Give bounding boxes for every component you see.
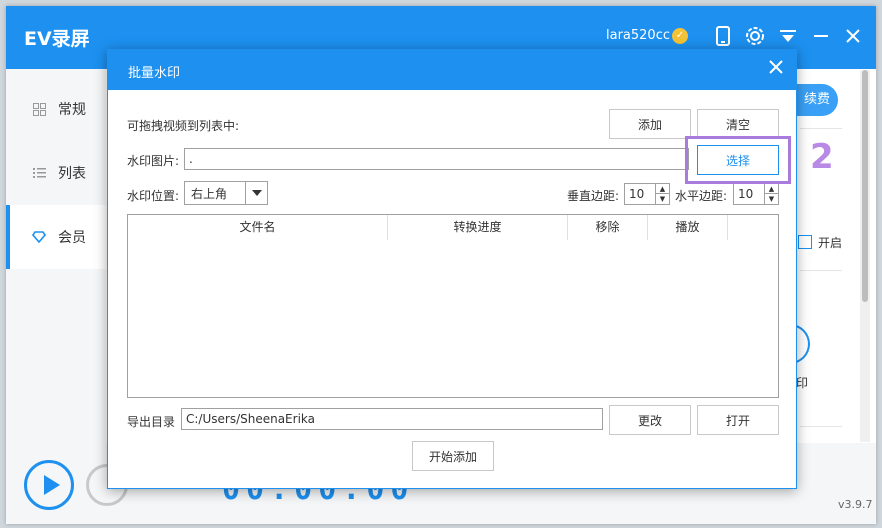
play-icon <box>43 475 60 495</box>
sidebar-item-member[interactable]: 会员 <box>6 205 106 269</box>
output-dir-input[interactable]: C:/Users/SheenaErika <box>181 408 603 430</box>
column-progress[interactable]: 转换进度 <box>388 215 568 240</box>
sidebar-item-label: 列表 <box>58 166 86 182</box>
stepper-down-icon[interactable]: ▼ <box>655 194 669 204</box>
app-title: EV录屏 <box>24 28 90 50</box>
dialog-close-icon[interactable] <box>764 58 788 82</box>
watermark-image-label: 水印图片: <box>127 154 180 168</box>
vertical-margin-label: 垂直边距: <box>567 189 620 203</box>
open-button[interactable]: 打开 <box>697 405 779 435</box>
annotation-highlight-box <box>685 136 791 184</box>
grid-icon <box>32 102 46 116</box>
chevron-down-icon[interactable] <box>245 182 267 204</box>
start-add-button[interactable]: 开始添加 <box>412 441 494 471</box>
table-header: 文件名 转换进度 移除 播放 <box>128 215 778 240</box>
add-button[interactable]: 添加 <box>609 109 691 139</box>
horizontal-margin-label: 水平边距: <box>675 189 728 203</box>
divider <box>800 270 842 271</box>
dialog-header: 批量水印 <box>108 50 796 90</box>
divider <box>800 128 842 129</box>
vip-badge-icon: ✓ <box>672 28 688 44</box>
record-play-button[interactable] <box>24 460 74 510</box>
enable-checkbox-label: 开启 <box>818 236 843 250</box>
column-remove[interactable]: 移除 <box>568 215 648 240</box>
stepper-up-icon[interactable]: ▲ <box>655 184 669 194</box>
sidebar-item-general[interactable]: 常规 <box>6 77 106 141</box>
enable-checkbox[interactable] <box>798 235 812 249</box>
batch-watermark-dialog: 批量水印 可拖拽视频到列表中: 添加 清空 水印图片: . 选择 水印位置: 右… <box>107 49 797 489</box>
dialog-title: 批量水印 <box>128 66 181 81</box>
scrollbar-thumb[interactable] <box>862 70 868 302</box>
username[interactable]: lara520cc <box>606 28 670 43</box>
drag-hint-label: 可拖拽视频到列表中: <box>127 119 240 133</box>
diamond-icon <box>32 230 46 244</box>
column-filename[interactable]: 文件名 <box>128 215 388 240</box>
minimize-icon[interactable] <box>809 24 833 48</box>
sidebar-item-list[interactable]: 列表 <box>6 141 106 205</box>
change-button[interactable]: 更改 <box>609 405 691 435</box>
sidebar-item-label: 会员 <box>58 230 86 246</box>
output-dir-label: 导出目录 <box>127 415 176 429</box>
sidebar-item-label: 常规 <box>58 102 86 118</box>
stepper-down-icon[interactable]: ▼ <box>764 194 778 204</box>
watermark-position-select[interactable]: 右上角 <box>184 181 268 205</box>
horizontal-margin-stepper[interactable]: 10 ▲ ▼ <box>733 183 779 205</box>
dropdown-menu-icon[interactable] <box>776 24 800 48</box>
clear-button[interactable]: 清空 <box>697 109 779 139</box>
watermark-position-value: 右上角 <box>191 187 228 201</box>
column-play[interactable]: 播放 <box>648 215 728 240</box>
list-icon <box>32 166 46 180</box>
close-icon[interactable] <box>841 24 865 48</box>
video-list-table[interactable]: 文件名 转换进度 移除 播放 <box>127 214 779 398</box>
version-label: v3.9.7 <box>838 498 873 511</box>
stepper-up-icon[interactable]: ▲ <box>764 184 778 194</box>
sidebar: 常规 列表 会员 <box>6 69 106 443</box>
watermark-position-label: 水印位置: <box>127 189 180 203</box>
watermark-partial-label: 印 <box>796 376 809 390</box>
vertical-margin-stepper[interactable]: 10 ▲ ▼ <box>624 183 670 205</box>
watermark-image-input[interactable]: . <box>184 148 689 170</box>
annotation-step-number: 2 <box>810 137 834 177</box>
divider <box>800 426 842 427</box>
horizontal-margin-value: 10 <box>738 187 754 201</box>
gear-icon[interactable] <box>743 24 767 48</box>
vertical-margin-value: 10 <box>629 187 645 201</box>
phone-icon[interactable] <box>711 24 735 48</box>
